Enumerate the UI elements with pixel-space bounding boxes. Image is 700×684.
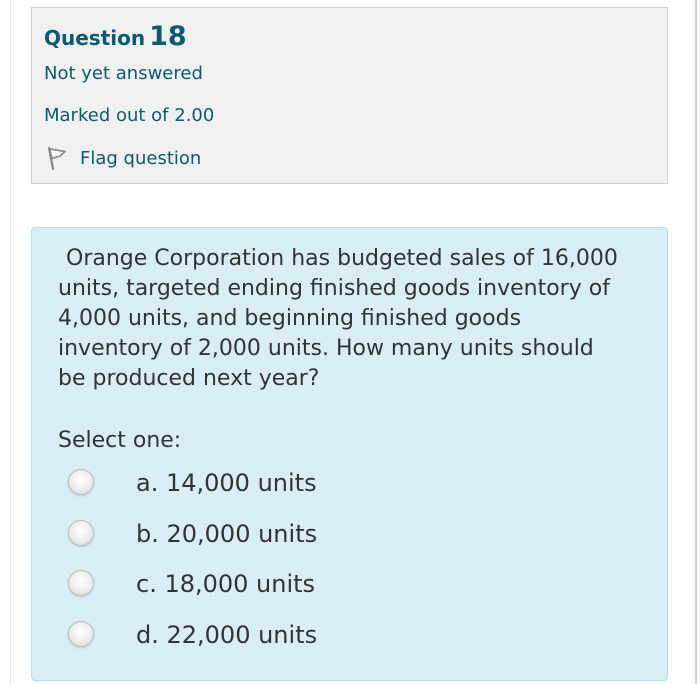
- radio-button-b[interactable]: [68, 520, 94, 546]
- question-state: Not yet answered: [44, 63, 203, 84]
- question-label: Question: [44, 26, 146, 50]
- question-formulation: Orange Corporation has budgeted sales of…: [31, 227, 668, 681]
- flag-question-link[interactable]: Flag question: [46, 145, 201, 171]
- answer-option-d[interactable]: d. 22,000 units: [68, 619, 448, 651]
- question-text: Orange Corporation has budgeted sales of…: [58, 246, 618, 391]
- left-divider: [10, 0, 11, 684]
- answer-label-d[interactable]: d. 22,000 units: [136, 619, 317, 651]
- radio-button-a[interactable]: [68, 469, 94, 495]
- select-one-prompt: Select one:: [58, 428, 182, 453]
- question-info-panel: Question 18 Not yet answered Marked out o…: [31, 7, 668, 184]
- answer-option-a[interactable]: a. 14,000 units: [68, 467, 448, 499]
- scrollbar-track: [695, 0, 697, 684]
- answer-label-b[interactable]: b. 20,000 units: [136, 518, 317, 550]
- flag-question-label: Flag question: [80, 147, 202, 169]
- answer-option-b[interactable]: b. 20,000 units: [68, 518, 448, 550]
- answer-label-a[interactable]: a. 14,000 units: [136, 467, 317, 499]
- flag-icon: [46, 146, 68, 170]
- answer-label-c[interactable]: c. 18,000 units: [136, 568, 315, 600]
- question-grade: Marked out of 2.00: [44, 105, 215, 126]
- answer-option-c[interactable]: c. 18,000 units: [68, 568, 448, 600]
- question-number-heading: Question 18: [44, 21, 187, 52]
- radio-button-d[interactable]: [68, 621, 94, 647]
- radio-button-c[interactable]: [68, 570, 94, 596]
- question-number: 18: [149, 21, 187, 52]
